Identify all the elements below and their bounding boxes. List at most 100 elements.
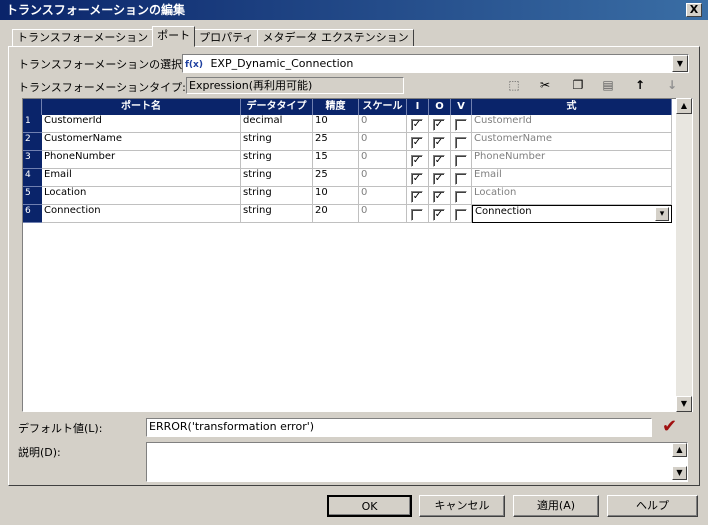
default-value-input[interactable]: ERROR('transformation error'): [146, 418, 652, 437]
cell-precision[interactable]: 15: [313, 151, 359, 169]
row-number[interactable]: 6: [23, 205, 42, 223]
row-number[interactable]: 5: [23, 187, 42, 205]
row-number[interactable]: 1: [23, 115, 42, 133]
cell-scale[interactable]: 0: [359, 169, 407, 187]
cancel-button[interactable]: キャンセル: [419, 495, 505, 517]
header-datatype[interactable]: データタイプ: [241, 99, 313, 115]
cell-port-name[interactable]: PhoneNumber: [42, 151, 241, 169]
description-label: 説明(D):: [18, 446, 61, 459]
select-label: トランスフォーメーションの選択(S):: [18, 58, 202, 71]
new-port-icon[interactable]: ⬚: [504, 76, 524, 94]
expression-editor-icon[interactable]: ▾: [655, 207, 669, 221]
corner-header: [23, 99, 42, 115]
transformation-select[interactable]: f(x) EXP_Dynamic_Connection ▼: [182, 54, 689, 73]
checkbox-o[interactable]: ✓: [433, 119, 445, 131]
checkbox-v[interactable]: [455, 119, 467, 131]
title-bar: トランスフォーメーションの編集 X: [0, 0, 708, 20]
checkbox-o[interactable]: ✓: [433, 173, 445, 185]
ok-button[interactable]: OK: [327, 495, 412, 517]
header-scale[interactable]: スケール: [359, 99, 407, 115]
checkbox-v[interactable]: [455, 191, 467, 203]
cell-expression[interactable]: CustomerId: [472, 115, 672, 133]
cell-port-name[interactable]: Location: [42, 187, 241, 205]
cell-port-name[interactable]: CustomerName: [42, 133, 241, 151]
grid-scrollbar[interactable]: ▲ ▼: [676, 98, 692, 412]
move-down-icon[interactable]: ↓: [662, 76, 682, 94]
checkbox-i[interactable]: ✓: [411, 155, 423, 167]
tab-strip: トランスフォーメーション ポート プロパティ メタデータ エクステンション: [12, 26, 414, 47]
cell-expression[interactable]: CustomerName: [472, 133, 672, 151]
cell-precision[interactable]: 25: [313, 133, 359, 151]
default-value-label: デフォルト値(L):: [18, 422, 103, 435]
checkbox-v[interactable]: [455, 155, 467, 167]
header-expression[interactable]: 式: [472, 99, 672, 115]
checkbox-i[interactable]: ✓: [411, 173, 423, 185]
checkbox-o[interactable]: ✓: [433, 155, 445, 167]
cell-datatype[interactable]: string: [241, 169, 313, 187]
header-output[interactable]: O: [429, 99, 451, 115]
cell-expression[interactable]: Location: [472, 187, 672, 205]
cell-precision[interactable]: 20: [313, 205, 359, 223]
tab-metadata-extensions[interactable]: メタデータ エクステンション: [257, 29, 414, 47]
apply-button[interactable]: 適用(A): [513, 495, 599, 517]
select-value: EXP_Dynamic_Connection: [210, 57, 354, 70]
tab-ports[interactable]: ポート: [152, 26, 196, 47]
cell-expression[interactable]: PhoneNumber: [472, 151, 672, 169]
cell-datatype[interactable]: string: [241, 205, 313, 223]
copy-icon[interactable]: ❐: [568, 76, 588, 94]
row-number[interactable]: 4: [23, 169, 42, 187]
checkbox-i[interactable]: ✓: [411, 119, 423, 131]
paste-icon[interactable]: ▤: [598, 76, 618, 94]
row-number[interactable]: 2: [23, 133, 42, 151]
cell-expression[interactable]: Email: [472, 169, 672, 187]
type-label: トランスフォーメーションタイプ:: [18, 81, 186, 94]
tab-transformation[interactable]: トランスフォーメーション: [12, 29, 154, 47]
type-value: Expression(再利用可能): [186, 77, 404, 94]
cell-precision[interactable]: 25: [313, 169, 359, 187]
header-port-name[interactable]: ポート名: [42, 99, 241, 115]
checkbox-i[interactable]: [411, 209, 423, 221]
cell-datatype[interactable]: string: [241, 151, 313, 169]
checkbox-v[interactable]: [455, 137, 467, 149]
window-title: トランスフォーメーションの編集: [6, 3, 186, 17]
cell-datatype[interactable]: string: [241, 187, 313, 205]
cell-port-name[interactable]: Connection: [42, 205, 241, 223]
cell-port-name[interactable]: Email: [42, 169, 241, 187]
description-scroll-down-icon[interactable]: ▼: [672, 466, 687, 480]
help-button[interactable]: ヘルプ: [607, 495, 698, 517]
ports-grid[interactable]: ポート名 データタイプ 精度 スケール I O V 式 1 CustomerId d…: [22, 98, 693, 412]
scroll-down-icon[interactable]: ▼: [676, 396, 692, 412]
close-button[interactable]: X: [686, 3, 702, 17]
header-precision[interactable]: 精度: [313, 99, 359, 115]
cell-datatype[interactable]: string: [241, 133, 313, 151]
cell-expression[interactable]: Connection: [472, 205, 672, 223]
checkbox-o[interactable]: ✓: [433, 137, 445, 149]
cell-datatype[interactable]: decimal: [241, 115, 313, 133]
header-variable[interactable]: V: [451, 99, 472, 115]
cell-scale[interactable]: 0: [359, 151, 407, 169]
checkbox-i[interactable]: ✓: [411, 191, 423, 203]
cell-port-name[interactable]: CustomerId: [42, 115, 241, 133]
tab-properties[interactable]: プロパティ: [194, 29, 259, 47]
move-up-icon[interactable]: ↑: [630, 76, 650, 94]
cut-icon[interactable]: ✂: [535, 76, 555, 94]
checkbox-v[interactable]: [455, 173, 467, 185]
description-scroll-up-icon[interactable]: ▲: [672, 443, 687, 457]
cell-scale[interactable]: 0: [359, 205, 407, 223]
cell-scale[interactable]: 0: [359, 133, 407, 151]
row-number[interactable]: 3: [23, 151, 42, 169]
validate-check-icon[interactable]: ✔: [662, 416, 677, 437]
cell-scale[interactable]: 0: [359, 115, 407, 133]
cell-scale[interactable]: 0: [359, 187, 407, 205]
header-input[interactable]: I: [407, 99, 429, 115]
checkbox-o[interactable]: ✓: [433, 209, 445, 221]
cell-precision[interactable]: 10: [313, 115, 359, 133]
checkbox-i[interactable]: ✓: [411, 137, 423, 149]
scroll-up-icon[interactable]: ▲: [676, 98, 692, 114]
checkbox-o[interactable]: ✓: [433, 191, 445, 203]
checkbox-v[interactable]: [455, 209, 467, 221]
chevron-down-icon[interactable]: ▼: [672, 55, 688, 72]
cell-precision[interactable]: 10: [313, 187, 359, 205]
description-field[interactable]: [146, 442, 688, 482]
expression-icon: f(x): [185, 60, 203, 70]
